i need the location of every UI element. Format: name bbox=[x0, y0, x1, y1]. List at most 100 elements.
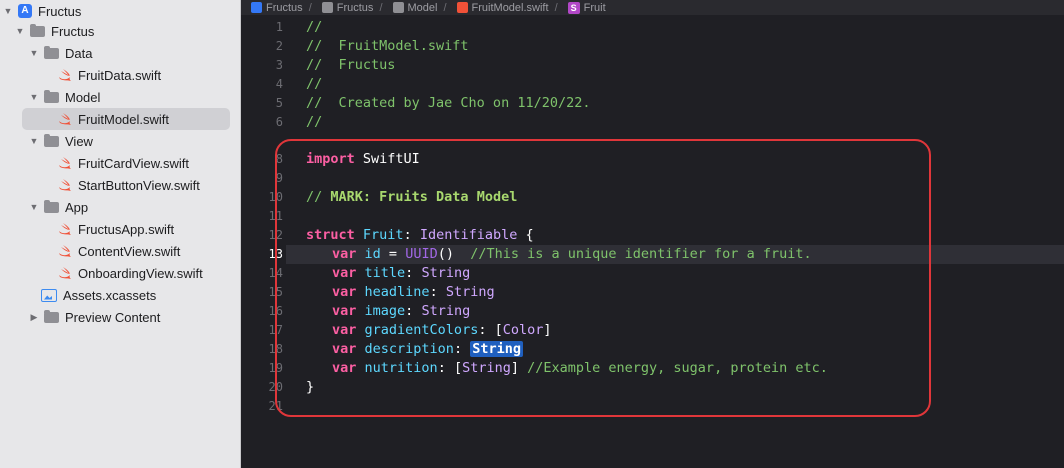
chevron-down-icon[interactable]: ▼ bbox=[2, 5, 14, 17]
code-line-mark: // MARK: Fruits Data Model bbox=[306, 188, 517, 207]
nav-label: App bbox=[65, 199, 89, 215]
nav-label: Model bbox=[65, 89, 101, 105]
swift-file-icon bbox=[59, 69, 71, 81]
punctuation: { bbox=[517, 227, 534, 243]
type-name: String bbox=[445, 284, 495, 300]
nav-group-model[interactable]: ▼ Model bbox=[28, 86, 100, 108]
jumpbar-separator: / bbox=[443, 1, 447, 14]
property-name: id bbox=[364, 246, 381, 262]
code-line-image: var image: String bbox=[332, 302, 470, 321]
nav-file-onboarding-view[interactable]: OnboardingView.swift bbox=[58, 262, 203, 284]
swift-file-icon bbox=[456, 2, 468, 13]
jumpbar-item-file[interactable]: FruitModel.swift bbox=[456, 2, 549, 14]
line-number: 3 bbox=[275, 58, 283, 72]
jumpbar-separator: / bbox=[554, 1, 558, 14]
nav-group-fructus[interactable]: ▼ Fructus bbox=[14, 20, 94, 42]
jumpbar-item-symbol[interactable]: S Fruit bbox=[567, 1, 606, 14]
line-number: 15 bbox=[268, 285, 283, 299]
type-name: String bbox=[421, 265, 471, 281]
swift-file-icon bbox=[59, 179, 71, 191]
keyword: var bbox=[332, 360, 357, 376]
keyword: var bbox=[332, 246, 357, 262]
punctuation: : bbox=[403, 227, 420, 243]
type-name: String bbox=[462, 360, 511, 376]
nav-label: FruitData.swift bbox=[78, 67, 162, 83]
code-line-headline: var headline: String bbox=[332, 283, 495, 302]
nav-label: Preview Content bbox=[65, 309, 161, 325]
property-name: headline bbox=[364, 284, 430, 300]
folder-icon bbox=[44, 133, 59, 147]
folder-icon bbox=[30, 23, 45, 37]
code-editor[interactable]: 1 2 3 4 5 6 8 9 10 11 12 13 14 15 16 17 … bbox=[241, 15, 1064, 468]
code-comment-line: // bbox=[306, 19, 323, 35]
nav-file-content-view[interactable]: ContentView.swift bbox=[58, 240, 180, 262]
folder-icon bbox=[44, 89, 59, 103]
module-name: SwiftUI bbox=[354, 151, 420, 167]
jumpbar-separator: / bbox=[379, 1, 383, 14]
nav-label: Fructus bbox=[51, 23, 95, 39]
chevron-down-icon[interactable]: ▼ bbox=[28, 91, 40, 103]
code-line-struct: struct Fruit: Identifiable { bbox=[306, 226, 534, 245]
selected-type-name[interactable]: String bbox=[470, 341, 523, 357]
line-number: 10 bbox=[268, 190, 283, 204]
code-line-nutrition: var nutrition: [String] //Example energy… bbox=[332, 359, 828, 378]
nav-label: FruitModel.swift bbox=[78, 111, 170, 127]
line-number: 14 bbox=[268, 266, 283, 280]
nav-group-view[interactable]: ▼ View bbox=[28, 130, 93, 152]
code-line-closing-brace: } bbox=[306, 379, 315, 395]
property-name: image bbox=[364, 303, 406, 319]
nav-group-data[interactable]: ▼ Data bbox=[28, 42, 92, 64]
keyword: import bbox=[306, 151, 355, 167]
nav-file-fructus-app[interactable]: FructusApp.swift bbox=[58, 218, 174, 240]
code-line-gradient-colors: var gradientColors: [Color] bbox=[332, 321, 552, 340]
chevron-down-icon[interactable]: ▼ bbox=[28, 47, 40, 59]
type-name: Color bbox=[502, 322, 544, 338]
nav-file-fruit-model[interactable]: FruitModel.swift bbox=[22, 108, 230, 130]
property-name: description bbox=[364, 341, 454, 357]
code-comment-line: // bbox=[306, 76, 323, 92]
function-call: UUID bbox=[405, 246, 438, 262]
protocol-name: Identifiable bbox=[419, 227, 518, 243]
nav-file-start-button-view[interactable]: StartButtonView.swift bbox=[58, 174, 200, 196]
punctuation: () bbox=[437, 246, 454, 262]
code-line-description: var description: String bbox=[332, 340, 523, 359]
chevron-down-icon[interactable]: ▼ bbox=[14, 25, 26, 37]
code-comment-line: // Fructus bbox=[306, 57, 396, 73]
line-number: 11 bbox=[268, 209, 283, 223]
punctuation: : bbox=[405, 265, 422, 281]
folder-icon bbox=[44, 45, 59, 59]
nav-project-root[interactable]: ▼ A Fructus bbox=[2, 0, 82, 22]
nav-label: View bbox=[65, 133, 93, 149]
punctuation: : bbox=[405, 303, 422, 319]
chevron-down-icon[interactable]: ▼ bbox=[28, 135, 40, 147]
type-name: String bbox=[421, 303, 471, 319]
jumpbar-item-project[interactable]: Fructus bbox=[251, 2, 303, 14]
nav-file-fruit-data[interactable]: FruitData.swift bbox=[58, 64, 161, 86]
code-line-import: import SwiftUI bbox=[306, 150, 420, 169]
nav-label: OnboardingView.swift bbox=[78, 265, 203, 281]
keyword: struct bbox=[306, 227, 355, 243]
nav-file-assets[interactable]: Assets.xcassets bbox=[41, 284, 156, 306]
inline-comment: //Example energy, sugar, protein etc. bbox=[519, 360, 828, 376]
nav-group-app[interactable]: ▼ App bbox=[28, 196, 88, 218]
nav-label: Assets.xcassets bbox=[63, 287, 157, 303]
nav-file-fruit-card-view[interactable]: FruitCardView.swift bbox=[58, 152, 189, 174]
jumpbar-item-model[interactable]: Model bbox=[392, 2, 437, 14]
comment-prefix: // bbox=[306, 189, 331, 205]
line-number: 18 bbox=[268, 342, 283, 356]
type-name: Fruit bbox=[362, 227, 404, 243]
inline-comment: //This is a unique identifier for a frui… bbox=[453, 246, 812, 262]
chevron-right-icon[interactable]: ▶ bbox=[28, 311, 40, 323]
mark-comment: MARK: Fruits Data Model bbox=[330, 189, 518, 205]
nav-label: ContentView.swift bbox=[78, 243, 181, 259]
jumpbar-item-group[interactable]: Fructus bbox=[321, 2, 373, 14]
project-navigator: ▼ A Fructus ▼ Fructus ▼ Data FruitData.s… bbox=[0, 0, 241, 468]
line-number: 17 bbox=[268, 323, 283, 337]
xcode-project-icon bbox=[251, 2, 262, 13]
punctuation: ] bbox=[543, 322, 552, 338]
swift-file-icon bbox=[59, 267, 71, 279]
line-number: 6 bbox=[275, 115, 283, 129]
struct-symbol-icon: S bbox=[567, 1, 580, 14]
nav-group-preview-content[interactable]: ▶ Preview Content bbox=[28, 306, 160, 328]
chevron-down-icon[interactable]: ▼ bbox=[28, 201, 40, 213]
